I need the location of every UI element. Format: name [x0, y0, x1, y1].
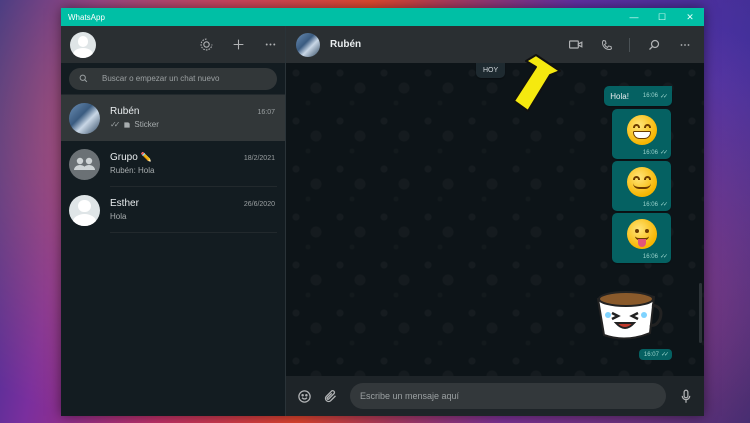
laughing-cup-sticker[interactable]	[592, 285, 664, 343]
microphone-icon[interactable]	[678, 388, 694, 404]
chat-preview-text: Hola	[110, 212, 127, 221]
contact-name[interactable]: Rubén	[330, 39, 361, 50]
message-bubble[interactable]: Hola! 16:06 ✓✓	[604, 86, 672, 106]
new-chat-icon[interactable]	[231, 38, 245, 52]
chat-time: 16:07	[257, 109, 275, 116]
chat-preview-text: Rubén: Hola	[110, 166, 155, 175]
sidebar-header	[61, 26, 285, 63]
message-input[interactable]	[350, 383, 666, 409]
double-check-icon: ✓✓	[659, 202, 668, 208]
message-scrollbar[interactable]	[699, 283, 702, 343]
sticker-time: 16:07 ✓✓	[638, 349, 672, 360]
double-check-icon: ✓✓	[659, 93, 668, 100]
menu-dots-icon[interactable]	[678, 38, 692, 52]
message-time: 16:06	[642, 149, 658, 156]
search-icon[interactable]	[647, 38, 661, 52]
app-body: Rubén 16:07 ✓✓ Sticker	[61, 26, 704, 416]
annotation-arrow	[513, 54, 561, 112]
window-titlebar: WhatsApp — ☐ ✕	[61, 8, 704, 26]
menu-dots-icon[interactable]	[263, 38, 277, 52]
window-title: WhatsApp	[68, 12, 105, 22]
search-box[interactable]	[69, 67, 277, 90]
chat-preview-text: Sticker	[134, 120, 159, 129]
search-input[interactable]	[102, 74, 262, 83]
search-icon	[79, 74, 88, 83]
contact-avatar	[69, 102, 100, 134]
minimize-button[interactable]: —	[620, 8, 648, 26]
search-area	[61, 63, 285, 95]
chat-item-ruben[interactable]: Rubén 16:07 ✓✓ Sticker	[61, 95, 285, 141]
double-check-icon: ✓✓	[110, 120, 121, 129]
chat-time: 26/6/2020	[243, 201, 275, 208]
double-check-icon: ✓✓	[659, 254, 668, 260]
double-check-icon: ✓✓	[660, 352, 669, 358]
contact-avatar[interactable]	[296, 32, 320, 57]
voice-call-icon[interactable]	[600, 38, 614, 52]
group-avatar	[69, 148, 100, 180]
emoji-message[interactable]: 16:06 ✓✓	[612, 161, 671, 211]
my-profile-avatar[interactable]	[70, 31, 96, 58]
chat-time: 18/2/2021	[243, 155, 275, 162]
close-button[interactable]: ✕	[676, 8, 704, 26]
chat-item-esther[interactable]: Esther 26/6/2020 Hola	[61, 187, 285, 233]
video-call-icon[interactable]	[569, 38, 583, 52]
status-icon[interactable]	[199, 38, 213, 52]
chat-list: Rubén 16:07 ✓✓ Sticker Grupo ✏️ 18/2/202…	[61, 95, 285, 416]
double-check-icon: ✓✓	[659, 150, 668, 156]
message-time: 16:06	[642, 201, 658, 208]
sticker-icon	[124, 121, 131, 128]
window-controls: — ☐ ✕	[620, 8, 704, 26]
message-time: 16:07	[643, 351, 659, 358]
chat-name: Grupo	[110, 152, 138, 163]
whatsapp-window: WhatsApp — ☐ ✕ Buscar o empezar un chat …	[61, 8, 704, 416]
tongue-face-emoji	[626, 219, 657, 249]
chat-item-grupo[interactable]: Grupo ✏️ 18/2/2021 Rubén: Hola	[61, 141, 285, 187]
emoji-picker-icon[interactable]	[296, 388, 312, 404]
message-time: 16:06	[642, 253, 658, 260]
chat-name: Rubén	[110, 106, 140, 117]
sidebar: Rubén 16:07 ✓✓ Sticker	[61, 26, 286, 416]
contact-avatar	[69, 194, 100, 226]
emoji-message[interactable]: 16:06 ✓✓	[612, 213, 671, 263]
compose-bar	[286, 376, 704, 416]
emoji-message[interactable]: 16:06 ✓✓	[612, 109, 671, 159]
grinning-face-emoji	[626, 115, 657, 145]
message-text: Hola!	[610, 91, 629, 101]
pencil-emoji: ✏️	[140, 152, 152, 162]
maximize-button[interactable]: ☐	[648, 8, 676, 26]
message-time: 16:06	[642, 93, 658, 99]
group-icon	[74, 157, 95, 170]
header-divider	[629, 37, 630, 52]
chat-name: Esther	[110, 198, 139, 209]
smiling-face-emoji	[626, 167, 657, 197]
attach-icon[interactable]	[322, 388, 338, 404]
